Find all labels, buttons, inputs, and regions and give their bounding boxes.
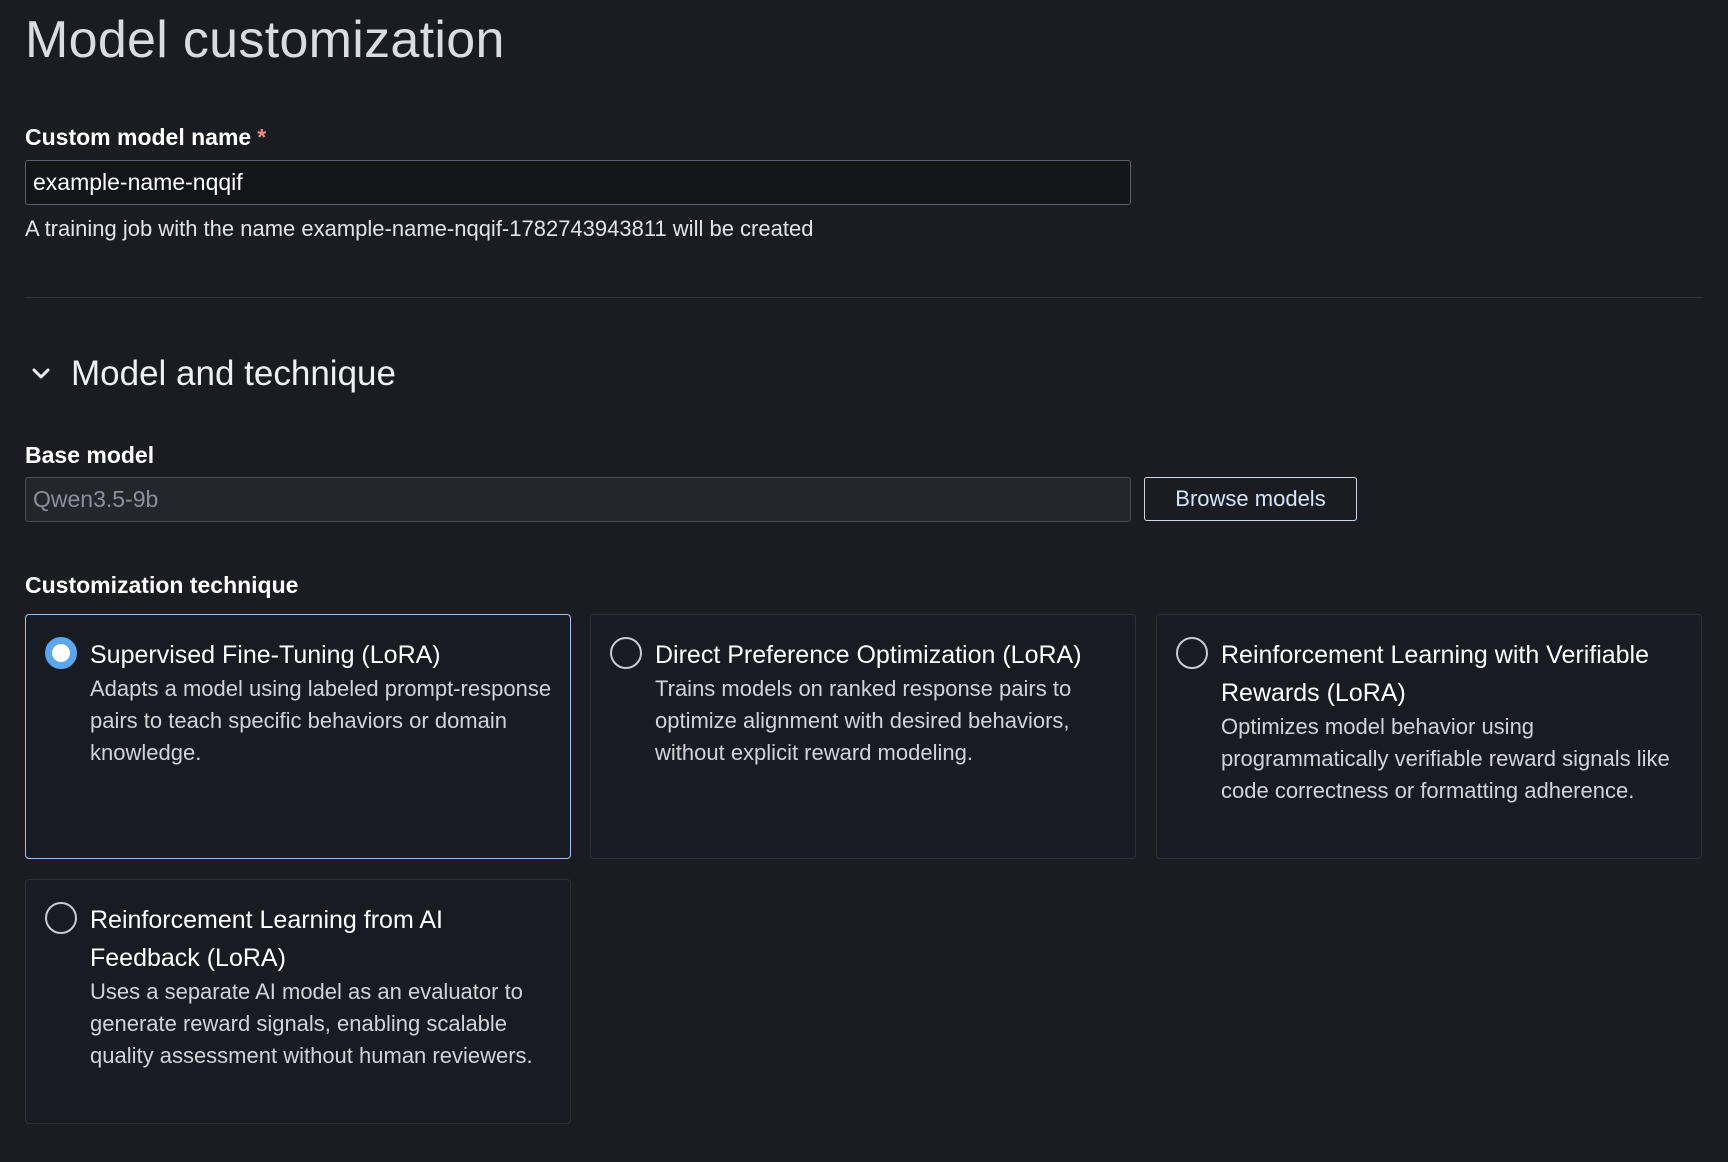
page-title: Model customization	[25, 11, 505, 69]
radio-rlaif[interactable]	[45, 902, 77, 934]
radio-dpo[interactable]	[610, 637, 642, 669]
custom-model-name-input[interactable]	[25, 160, 1131, 205]
technique-description: Adapts a model using labeled prompt-resp…	[90, 676, 552, 765]
technique-description: Uses a separate AI model as an evaluator…	[90, 979, 533, 1068]
radio-rlvr[interactable]	[1176, 637, 1208, 669]
technique-card-dpo[interactable]: Direct Preference Optimization (LoRA) Tr…	[590, 614, 1136, 859]
model-and-technique-toggle[interactable]: Model and technique	[25, 352, 396, 396]
base-model-label: Base model	[25, 442, 155, 468]
technique-card-sft[interactable]: Supervised Fine-Tuning (LoRA) Adapts a m…	[25, 614, 571, 859]
custom-model-name-label: Custom model name *	[25, 123, 266, 151]
base-model-input	[25, 477, 1131, 522]
technique-title: Direct Preference Optimization (LoRA)	[655, 641, 1082, 669]
technique-title: Reinforcement Learning with Verifiable R…	[1221, 641, 1650, 707]
technique-title: Supervised Fine-Tuning (LoRA)	[90, 641, 441, 669]
customization-technique-label: Customization technique	[25, 572, 299, 598]
chevron-down-icon	[25, 358, 57, 390]
technique-description: Optimizes model behavior using programma…	[1221, 714, 1670, 803]
training-job-hint: A training job with the name example-nam…	[25, 216, 814, 241]
technique-description: Trains models on ranked response pairs t…	[655, 676, 1072, 765]
browse-models-button[interactable]: Browse models	[1144, 477, 1357, 521]
technique-card-rlvr[interactable]: Reinforcement Learning with Verifiable R…	[1156, 614, 1702, 859]
radio-sft[interactable]	[45, 637, 77, 669]
section-divider	[25, 297, 1703, 298]
custom-model-name-label-text: Custom model name	[25, 124, 252, 150]
section-title: Model and technique	[71, 354, 396, 393]
technique-card-rlaif[interactable]: Reinforcement Learning from AI Feedback …	[25, 879, 571, 1124]
required-marker: *	[257, 124, 267, 150]
technique-title: Reinforcement Learning from AI Feedback …	[90, 906, 443, 972]
